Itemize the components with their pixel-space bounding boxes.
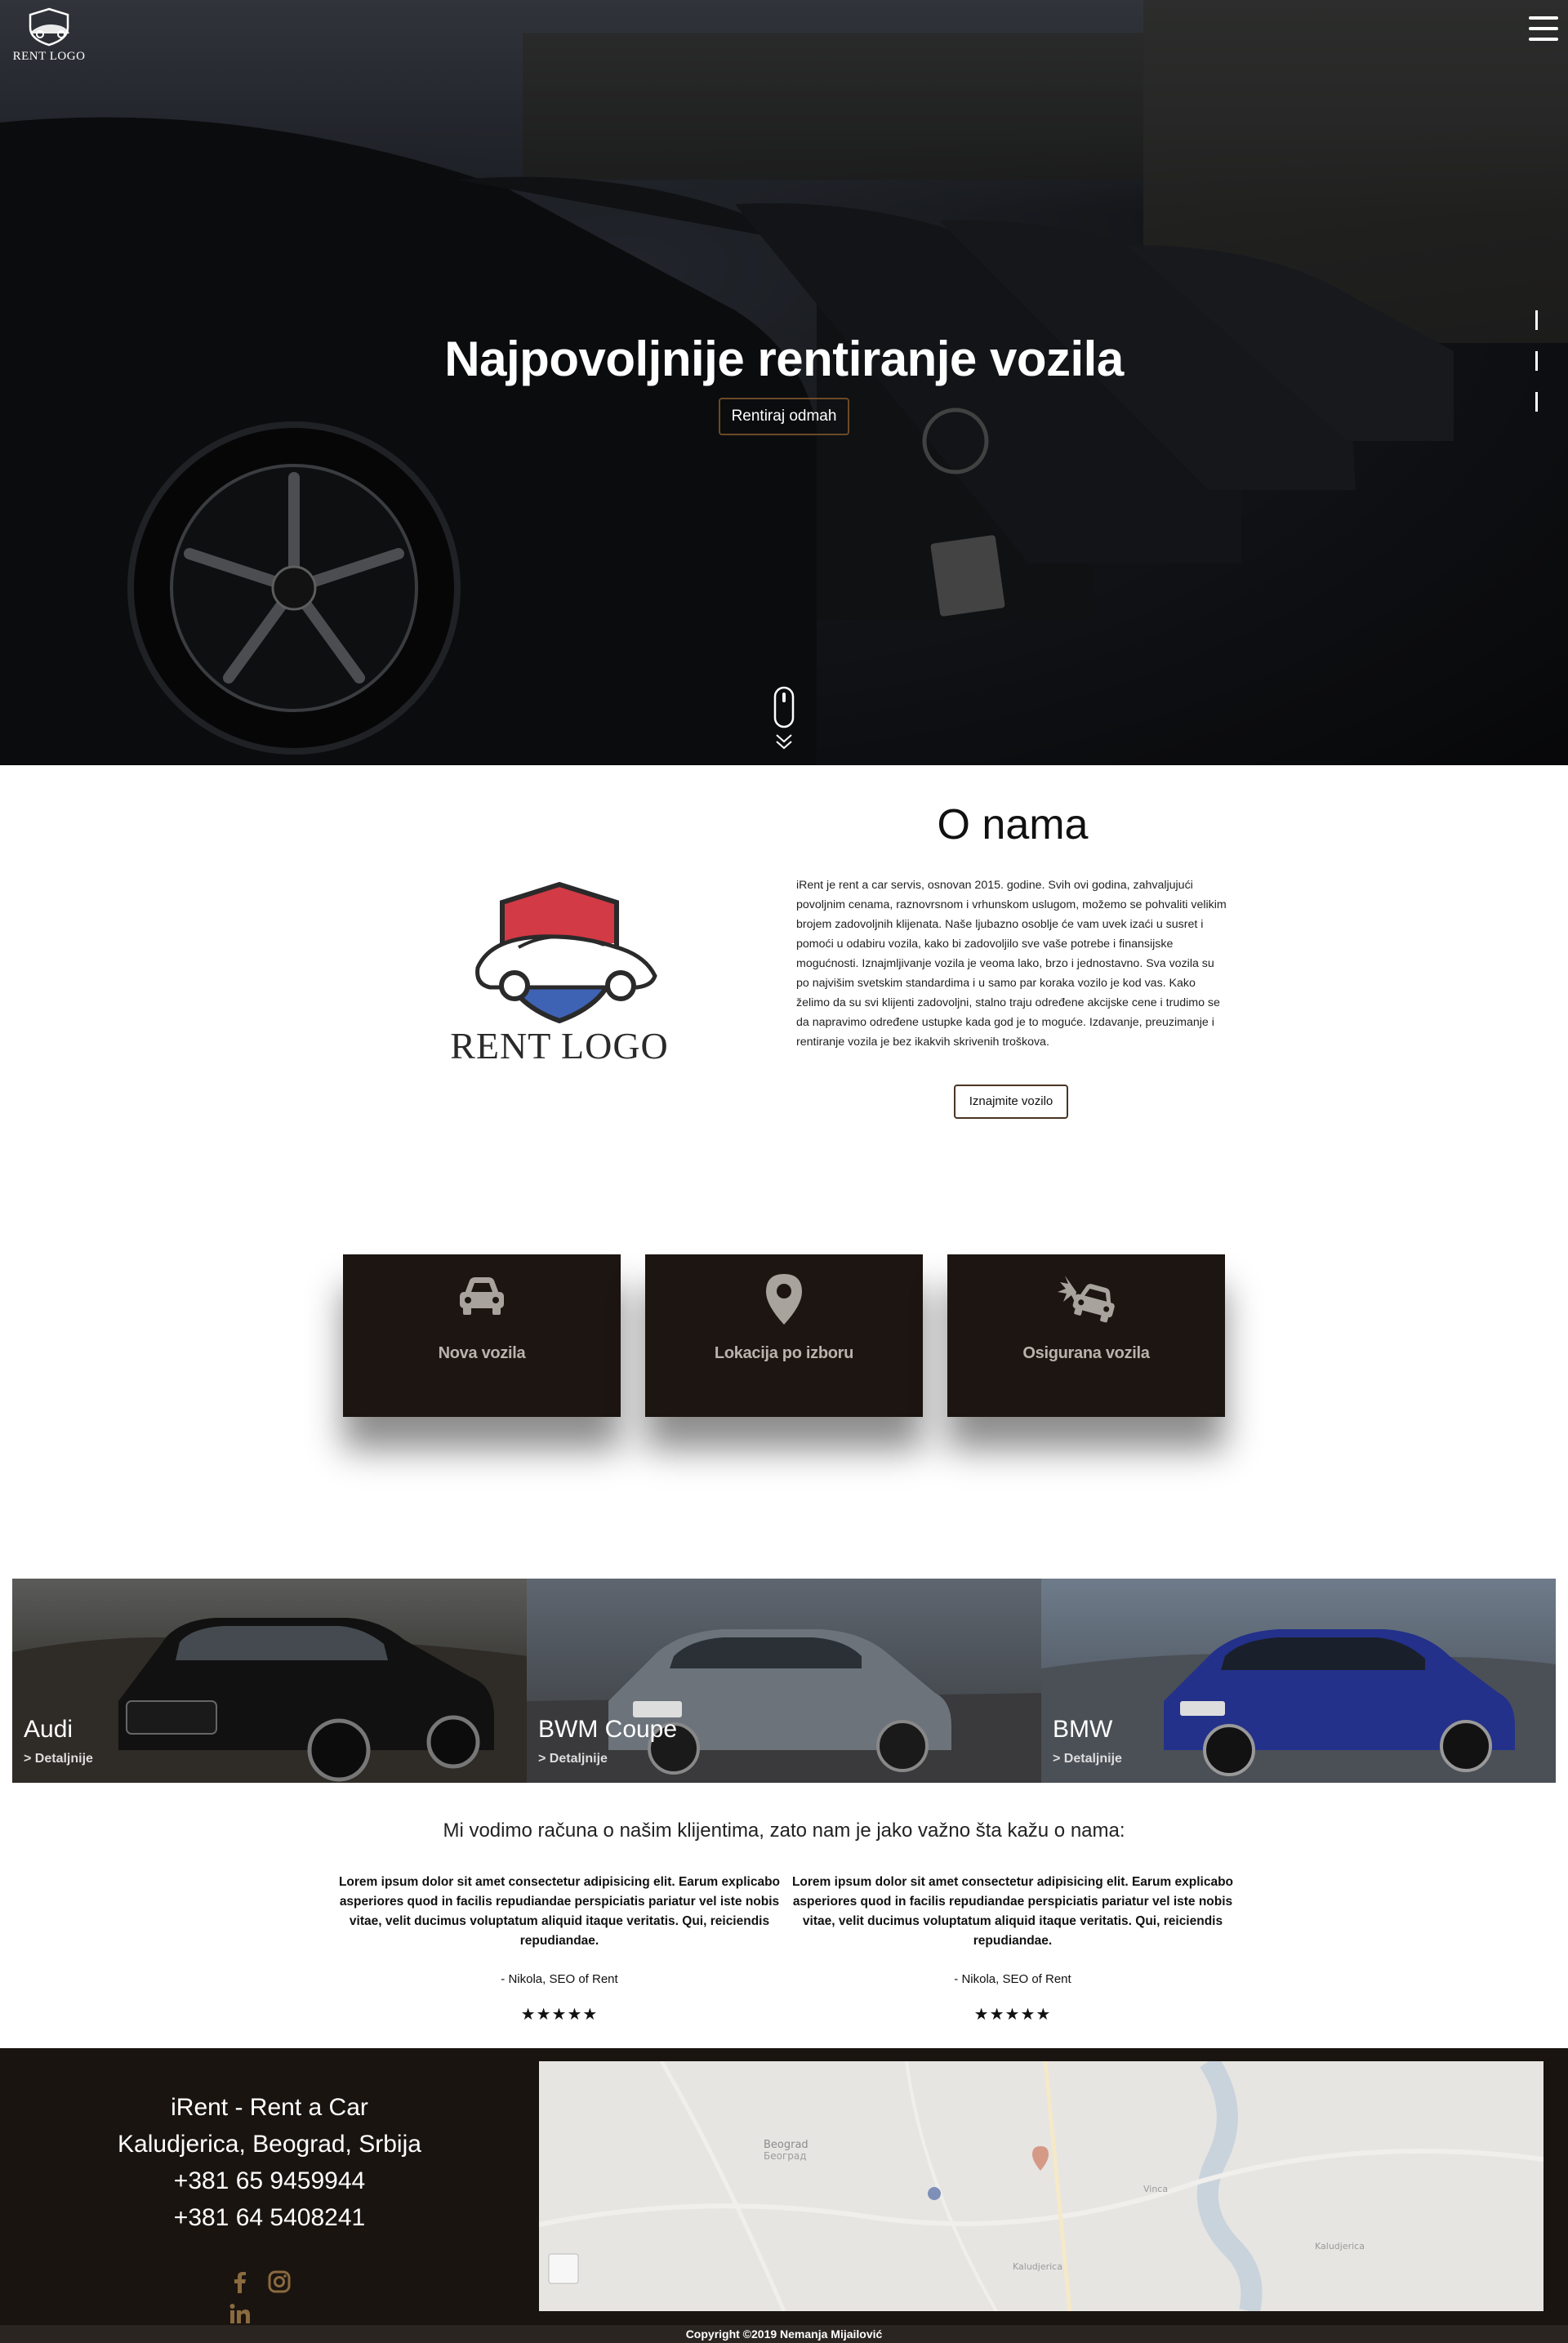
about-title: O nama [937,801,1089,849]
feature-card-new-vehicles[interactable]: Nova vozila [343,1254,621,1417]
mouse-scroll-icon[interactable] [771,686,797,759]
footer: iRent - Rent a Car Kaludjerica, Beograd,… [0,2048,1568,2325]
feature-label: Lokacija po izboru [714,1344,854,1362]
hero-title: Najpovoljnije rentiranje vozila [444,332,1124,386]
map-label: Београд [764,2150,807,2162]
rent-vehicle-button[interactable]: Iznajmite vozilo [954,1085,1068,1119]
company-name: iRent - Rent a Car [171,2094,368,2121]
phone-number[interactable]: +381 64 5408241 [0,2199,539,2236]
map-label: Beograd [764,2139,808,2151]
slider-indicator[interactable] [1535,392,1538,412]
copyright: Copyright ©2019 Nemanja Mijailović [0,2325,1568,2343]
linkedin-icon[interactable] [225,2301,255,2328]
testimonial-quote: Lorem ipsum dolor sit amet consectetur a… [338,1875,781,1948]
car-icon [460,1277,504,1315]
car-details-link[interactable]: > Detaljnije [1053,1752,1122,1766]
feature-label: Nova vozila [438,1344,526,1362]
social-links [225,2269,332,2323]
rent-now-button[interactable]: Rentiraj odmah [719,398,849,435]
car-card-bmw[interactable]: BMW > Detaljnije [1041,1579,1556,1783]
about-text: iRent je rent a car servis, osnovan 2015… [796,879,1227,1049]
car-card-bwm-coupe[interactable]: BWM Coupe > Detaljnije [527,1579,1041,1783]
car-name: BMW [1053,1716,1113,1743]
feature-label: Osigurana vozila [1022,1344,1150,1362]
rating-stars: ★★★★★ [520,2006,599,2024]
instagram-icon[interactable] [265,2269,294,2296]
contact-info: iRent - Rent a Car Kaludjerica, Beograd,… [0,2089,539,2236]
testimonial-author: - Nikola, SEO of Rent [501,1972,618,1986]
logo-shield-icon [475,881,657,1024]
rating-stars: ★★★★★ [973,2006,1052,2024]
location-map[interactable]: Beograd Београд Kaludjerica Vinca Kaludj… [539,2061,1544,2311]
feature-card-insured[interactable]: Osigurana vozila [947,1254,1225,1417]
header-logo-text: RENT LOGO [12,50,86,63]
map-label: Vinca [1143,2184,1168,2194]
car-crash-icon [1058,1276,1115,1323]
phone-number[interactable]: +381 65 9459944 [0,2163,539,2199]
slider-indicator[interactable] [1535,310,1538,330]
hamburger-icon[interactable] [1529,16,1558,46]
logo-shield-icon [29,7,69,47]
car-details-link[interactable]: > Detaljnije [24,1752,93,1766]
car-details-link[interactable]: > Detaljnije [538,1752,608,1766]
company-address: Kaludjerica, Beograd, Srbija [118,2131,421,2158]
car-card-audi[interactable]: Audi > Detaljnije [12,1579,527,1783]
about-logo-text: RENT LOGO [450,1025,669,1067]
testimonial-item: Lorem ipsum dolor sit amet consectetur a… [784,1873,1241,2025]
feature-card-location[interactable]: Lokacija po izboru [645,1254,923,1417]
car-name: Audi [24,1716,74,1743]
testimonials-title: Mi vodimo računa o našim klijentima, zat… [443,1820,1125,1842]
hero-section: RENT LOGO Najpovoljnije rentiranje vozil… [0,0,1568,765]
about-logo: RENT LOGO [441,878,678,1074]
header-logo[interactable]: RENT LOGO [8,7,90,72]
car-name: BWM Coupe [538,1716,678,1743]
map-label: Kaludjerica [1315,2241,1365,2252]
map-marker-icon [766,1274,802,1325]
map-label: Kaludjerica [1013,2261,1062,2272]
testimonial-item: Lorem ipsum dolor sit amet consectetur a… [331,1873,788,2025]
testimonial-quote: Lorem ipsum dolor sit amet consectetur a… [791,1875,1234,1948]
facebook-icon[interactable] [225,2269,255,2296]
testimonial-author: - Nikola, SEO of Rent [954,1972,1071,1986]
